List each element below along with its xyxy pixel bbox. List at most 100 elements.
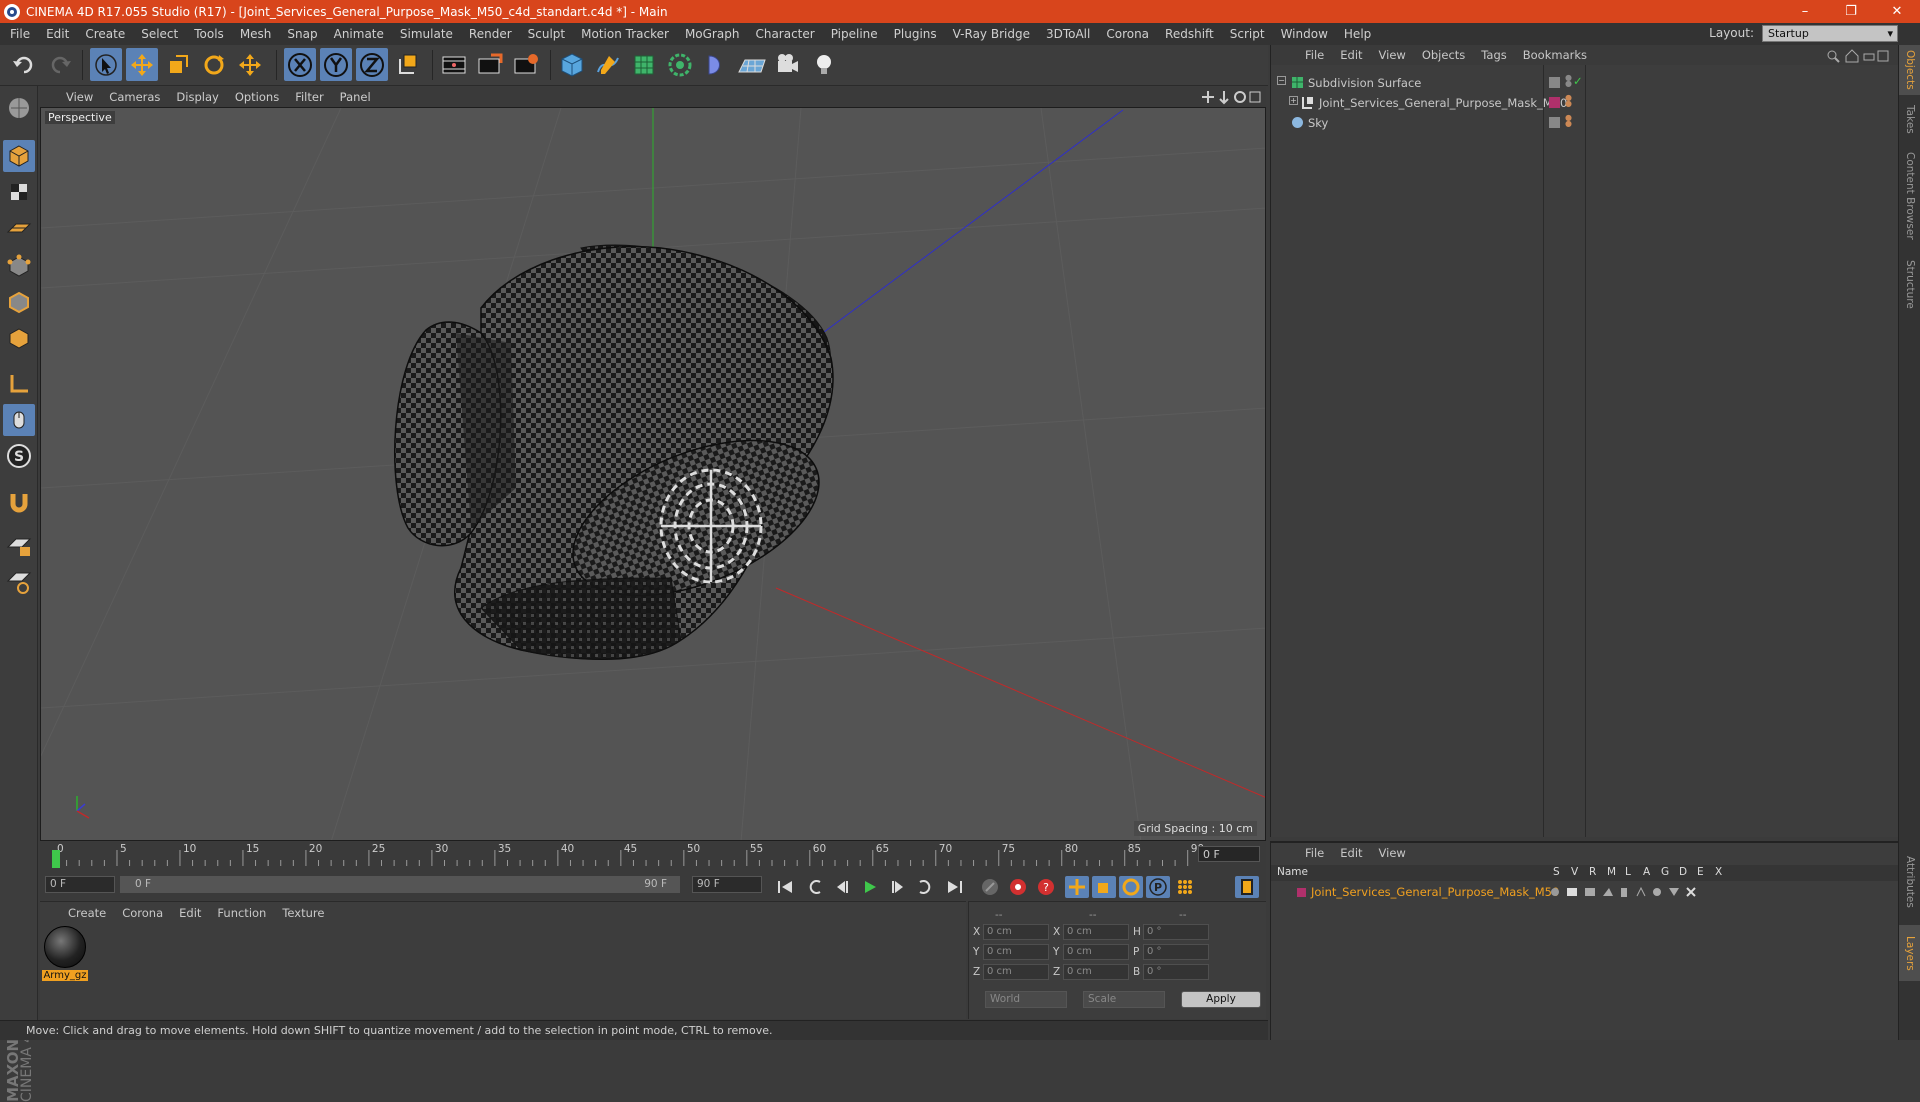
play-icon[interactable] bbox=[858, 876, 882, 898]
next-frame-icon[interactable] bbox=[886, 876, 910, 898]
layer-row[interactable]: Joint_Services_General_Purpose_Mask_M50 bbox=[1271, 883, 1899, 901]
layer-toggle-icons[interactable] bbox=[1549, 886, 1719, 898]
coord-position-field[interactable]: 0 cm bbox=[983, 924, 1049, 940]
viewport-menu-filter[interactable]: Filter bbox=[295, 90, 323, 104]
menu-mesh[interactable]: Mesh bbox=[240, 27, 272, 41]
coord-rotation-field[interactable]: 0 ° bbox=[1143, 944, 1209, 960]
tab-objects[interactable]: Objects bbox=[1899, 45, 1920, 95]
undo-icon[interactable] bbox=[8, 48, 40, 81]
enabled-check-icon[interactable]: ✓ bbox=[1573, 74, 1583, 88]
gas-mask-model[interactable] bbox=[394, 244, 841, 660]
layer-menu-file[interactable]: File bbox=[1305, 846, 1324, 860]
timeline-ticks[interactable]: 051015202530354045505560657075808590 bbox=[52, 842, 1232, 870]
move-tool-icon[interactable] bbox=[126, 48, 158, 81]
viewport-menu-display[interactable]: Display bbox=[176, 90, 218, 104]
menu-help[interactable]: Help bbox=[1344, 27, 1371, 41]
menu-redshift[interactable]: Redshift bbox=[1165, 27, 1214, 41]
visibility-dots-icon[interactable]: ● ● bbox=[1565, 94, 1572, 108]
object-menu-view[interactable]: View bbox=[1379, 48, 1406, 62]
next-key-icon[interactable] bbox=[913, 876, 937, 898]
layer-tag-icon[interactable] bbox=[1549, 117, 1560, 128]
live-selection-icon[interactable] bbox=[90, 48, 122, 81]
redo-icon[interactable] bbox=[44, 48, 76, 81]
render-to-picture-viewer-icon[interactable] bbox=[474, 48, 506, 81]
texture-mode-icon[interactable] bbox=[3, 176, 35, 208]
object-menu-objects[interactable]: Objects bbox=[1422, 48, 1465, 62]
material-menu-edit[interactable]: Edit bbox=[179, 906, 201, 920]
menu-script[interactable]: Script bbox=[1230, 27, 1265, 41]
object-menu-tags[interactable]: Tags bbox=[1481, 48, 1506, 62]
menu-3dtoall[interactable]: 3DToAll bbox=[1046, 27, 1090, 41]
key-pla-icon[interactable] bbox=[1173, 876, 1197, 898]
tab-content-browser[interactable]: Content Browser bbox=[1899, 143, 1920, 249]
camera-object-icon[interactable] bbox=[772, 48, 804, 81]
subdivision-surface-icon[interactable] bbox=[628, 48, 660, 81]
light-object-icon[interactable] bbox=[808, 48, 840, 81]
key-scale-icon[interactable] bbox=[1092, 876, 1116, 898]
workplane-axis-icon[interactable] bbox=[3, 566, 35, 598]
tab-takes[interactable]: Takes bbox=[1899, 97, 1920, 141]
layer-tag-icon[interactable] bbox=[1549, 77, 1560, 88]
array-object-icon[interactable] bbox=[664, 48, 696, 81]
material-menu-texture[interactable]: Texture bbox=[282, 906, 324, 920]
z-axis-lock-icon[interactable] bbox=[356, 48, 388, 81]
end-frame-field[interactable]: 90 F bbox=[692, 876, 762, 893]
menu-mograph[interactable]: MoGraph bbox=[685, 27, 740, 41]
viewport-nav-icons[interactable] bbox=[1200, 89, 1262, 105]
coord-size-field[interactable]: 0 cm bbox=[1063, 964, 1129, 980]
key-rotation-icon[interactable] bbox=[1119, 876, 1143, 898]
material-menu-function[interactable]: Function bbox=[217, 906, 266, 920]
object-menu-edit[interactable]: Edit bbox=[1340, 48, 1362, 62]
key-position-icon[interactable] bbox=[1065, 876, 1089, 898]
scale-tool-icon[interactable] bbox=[162, 48, 194, 81]
coord-rotation-field[interactable]: 0 ° bbox=[1143, 924, 1209, 940]
edges-mode-icon[interactable] bbox=[3, 286, 35, 318]
start-frame-field[interactable]: 0 F bbox=[45, 876, 115, 893]
object-row-mask[interactable]: + Joint_Services_General_Purpose_Mask_M5… bbox=[1271, 93, 1899, 113]
layer-color-tag-icon[interactable] bbox=[1549, 97, 1560, 108]
previous-key-icon[interactable] bbox=[803, 876, 827, 898]
render-view-icon[interactable] bbox=[438, 48, 470, 81]
layer-color-swatch[interactable] bbox=[1297, 888, 1306, 897]
transform-mode-select[interactable]: Scale bbox=[1083, 991, 1165, 1008]
enable-axis-icon[interactable] bbox=[3, 368, 35, 400]
material-menu-create[interactable]: Create bbox=[68, 906, 106, 920]
workplane-mode-icon[interactable] bbox=[3, 212, 35, 244]
object-row-subdivision-surface[interactable]: − Subdivision Surface ● ● ✓ bbox=[1271, 73, 1899, 93]
object-menu-bookmarks[interactable]: Bookmarks bbox=[1523, 48, 1587, 62]
transform-tool-icon[interactable] bbox=[234, 48, 266, 81]
workplane-lock-icon[interactable] bbox=[3, 530, 35, 562]
magnet-icon[interactable] bbox=[3, 486, 35, 518]
menu-edit[interactable]: Edit bbox=[46, 27, 69, 41]
object-name[interactable]: Subdivision Surface bbox=[1308, 76, 1421, 90]
coord-size-field[interactable]: 0 cm bbox=[1063, 924, 1129, 940]
go-to-end-icon[interactable] bbox=[943, 876, 967, 898]
menu-render[interactable]: Render bbox=[469, 27, 512, 41]
go-to-start-icon[interactable] bbox=[773, 876, 797, 898]
perspective-viewport[interactable]: Perspective Grid Spacing : 10 cm bbox=[40, 107, 1266, 841]
menu-simulate[interactable]: Simulate bbox=[400, 27, 453, 41]
coordinate-system-icon[interactable] bbox=[392, 48, 424, 81]
object-name[interactable]: Joint_Services_General_Purpose_Mask_M50 bbox=[1319, 96, 1567, 110]
object-menu-file[interactable]: File bbox=[1305, 48, 1324, 62]
coordinate-mode-select[interactable]: World bbox=[985, 991, 1067, 1008]
menu-sculpt[interactable]: Sculpt bbox=[528, 27, 565, 41]
timeline-window-icon[interactable] bbox=[1235, 876, 1259, 898]
record-keys-icon[interactable] bbox=[978, 876, 1002, 898]
layer-name[interactable]: Joint_Services_General_Purpose_Mask_M50 bbox=[1311, 885, 1559, 899]
expand-toggle-icon[interactable]: + bbox=[1289, 96, 1298, 105]
close-button[interactable]: ✕ bbox=[1874, 0, 1920, 23]
key-parameter-icon[interactable]: P bbox=[1146, 876, 1170, 898]
object-manager-tools[interactable] bbox=[1826, 49, 1890, 63]
menu-animate[interactable]: Animate bbox=[334, 27, 384, 41]
points-mode-icon[interactable] bbox=[3, 250, 35, 282]
tab-attributes[interactable]: Attributes bbox=[1899, 841, 1920, 923]
coord-position-field[interactable]: 0 cm bbox=[983, 944, 1049, 960]
frame-range-slider[interactable]: 0 F 90 F bbox=[120, 876, 680, 893]
visibility-dots-icon[interactable]: ● ● bbox=[1565, 114, 1572, 128]
spline-pen-icon[interactable] bbox=[592, 48, 624, 81]
coord-size-field[interactable]: 0 cm bbox=[1063, 944, 1129, 960]
menu-character[interactable]: Character bbox=[755, 27, 814, 41]
menu-create[interactable]: Create bbox=[85, 27, 125, 41]
collapse-toggle-icon[interactable]: − bbox=[1277, 76, 1286, 85]
